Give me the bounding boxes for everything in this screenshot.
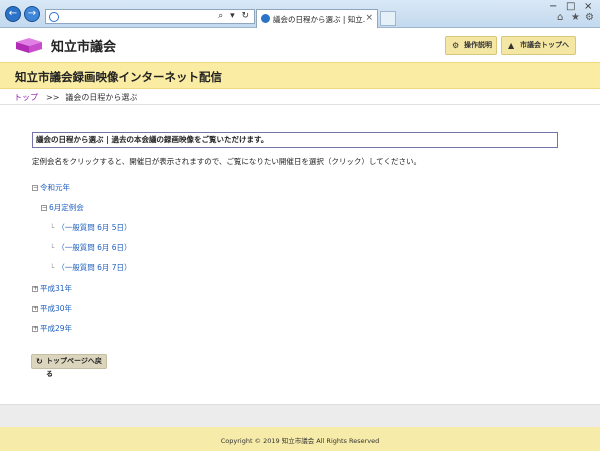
tree-year-heisei29[interactable]: + 平成29年 — [32, 323, 72, 334]
return-icon: ↻ — [36, 357, 43, 366]
tree-label: 平成29年 — [40, 324, 73, 333]
back-to-top-label: トップページへ戻る — [46, 357, 102, 378]
council-logo-icon[interactable] — [14, 37, 44, 54]
tree-label: 6月定例会 — [49, 203, 84, 212]
tree-date-link[interactable]: └ （一般質問 6月 7日） — [50, 262, 132, 273]
tree-label: （一般質問 6月 5日） — [57, 223, 132, 232]
building-icon: ▲ — [508, 41, 515, 50]
forward-arrow-icon[interactable]: → — [24, 6, 40, 22]
breadcrumb: トップ >> 議会の日程から選ぶ — [14, 92, 137, 103]
settings-gear-icon[interactable]: ⚙ — [585, 12, 594, 23]
tree-session-june[interactable]: −6月定例会 — [41, 202, 84, 213]
tree-year-heisei31[interactable]: + 平成31年 — [32, 283, 72, 294]
expand-icon[interactable]: + — [32, 326, 38, 332]
footer: Copyright © 2019 知立市議会 All Rights Reserv… — [0, 427, 600, 451]
maximize-icon[interactable]: □ — [566, 1, 575, 12]
home-icon[interactable]: ⌂ — [557, 12, 563, 23]
site-logo-text[interactable]: 知立市議会 — [51, 36, 116, 55]
footer-spacer — [0, 404, 600, 427]
close-window-icon[interactable]: × — [584, 1, 592, 12]
council-top-button[interactable]: ▲ 市議会トップへ — [501, 36, 576, 55]
expand-icon[interactable]: + — [32, 306, 38, 312]
description-text: 定例会名をクリックすると、開催日が表示されますので、ご覧になりたい開催日を選択（… — [32, 157, 421, 166]
site-icon — [49, 12, 59, 22]
address-tools[interactable]: ⌕ ▾ ↻ — [218, 11, 251, 21]
site-header: 知立市議会 ⚙ 操作説明 ▲ 市議会トップへ — [0, 28, 600, 62]
tree-label: 平成30年 — [40, 304, 73, 313]
minimize-icon[interactable]: − — [549, 1, 557, 12]
back-arrow-icon[interactable]: ← — [5, 6, 21, 22]
breadcrumb-current: 議会の日程から選ぶ — [65, 93, 138, 102]
address-bar[interactable]: ⌕ ▾ ↻ — [45, 9, 255, 24]
info-box: 議会の日程から選ぶ | 過去の本会議の録画映像をご覧いただけます。 — [32, 132, 558, 148]
council-top-button-label: 市議会トップへ — [520, 41, 569, 49]
help-button-label: 操作説明 — [464, 41, 492, 49]
expand-icon[interactable]: + — [32, 286, 38, 292]
browser-chrome: ← → ⌕ ▾ ↻ 議会の日程から選ぶ | 知立... × − □ × ⌂ ★ … — [0, 0, 600, 28]
breadcrumb-separator: >> — [46, 93, 60, 102]
tree-label: 令和元年 — [40, 183, 70, 192]
tab-favicon-icon — [261, 14, 270, 23]
breadcrumb-divider — [0, 104, 600, 105]
collapse-icon[interactable]: − — [41, 205, 47, 211]
tree-date-link[interactable]: └ （一般質問 6月 6日） — [50, 242, 132, 253]
back-to-top-button[interactable]: ↻ トップページへ戻る — [31, 354, 107, 378]
tree-branch-icon: └ — [50, 244, 55, 252]
favorites-star-icon[interactable]: ★ — [571, 12, 580, 23]
tab-title: 議会の日程から選ぶ | 知立... — [273, 15, 365, 24]
tree-year-heisei30[interactable]: + 平成30年 — [32, 303, 72, 314]
gear-icon: ⚙ — [452, 41, 460, 50]
tree-branch-icon: └ — [50, 224, 55, 232]
tree-label: （一般質問 6月 6日） — [57, 243, 132, 252]
page-title: 知立市議会録画映像インターネット配信 — [15, 70, 222, 84]
new-tab-button[interactable] — [380, 11, 396, 26]
tree-date-link[interactable]: └ （一般質問 6月 5日） — [50, 222, 132, 233]
copyright-text: Copyright © 2019 知立市議会 All Rights Reserv… — [220, 437, 380, 445]
help-button[interactable]: ⚙ 操作説明 — [445, 36, 497, 55]
tree-label: 平成31年 — [40, 284, 73, 293]
tab-close-icon[interactable]: × — [365, 13, 373, 23]
title-band: 知立市議会録画映像インターネット配信 — [0, 62, 600, 89]
breadcrumb-top-link[interactable]: トップ — [14, 93, 38, 102]
browser-tab[interactable]: 議会の日程から選ぶ | 知立... × — [256, 9, 378, 28]
tree-label: （一般質問 6月 7日） — [57, 263, 132, 272]
tree-year-reiwa1[interactable]: − 令和元年 — [32, 182, 70, 193]
collapse-icon[interactable]: − — [32, 185, 38, 191]
tree-branch-icon: └ — [50, 264, 55, 272]
